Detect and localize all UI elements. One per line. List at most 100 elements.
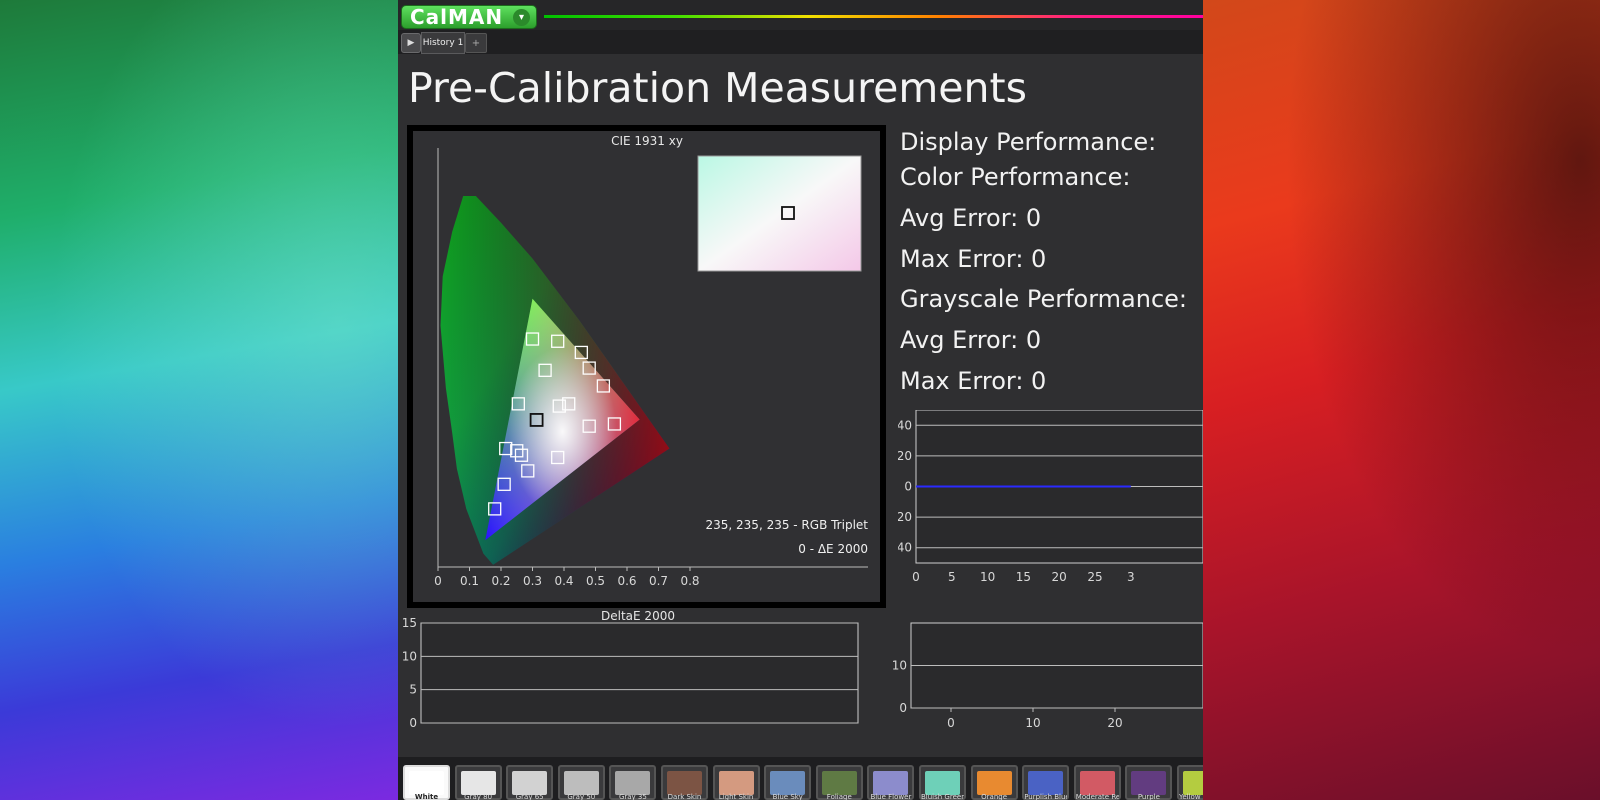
- tab-history-1[interactable]: History 1: [421, 32, 465, 54]
- swatch-color: [563, 771, 599, 795]
- x-tick-label: 0: [947, 716, 955, 730]
- deltae-chart: DeltaE 2000 15 10 5 0: [402, 610, 859, 730]
- color-avg-error: Avg Error: 0: [900, 204, 1042, 232]
- swatch-label: Light Skin: [718, 793, 754, 800]
- y-tick-label: 40: [898, 418, 912, 432]
- swatch-label: Moderate Red: [1075, 793, 1119, 800]
- color-swatch[interactable]: Purplish Blue: [1022, 765, 1070, 800]
- color-swatch[interactable]: Gray 80: [454, 765, 502, 800]
- x-tick-label: 20: [1107, 716, 1122, 730]
- grayscale-performance-label: Grayscale Performance:: [900, 285, 1188, 313]
- app-logo: CalMAN: [410, 5, 504, 29]
- color-performance-label: Color Performance:: [900, 163, 1131, 191]
- display-performance-label: Display Performance:: [900, 128, 1157, 156]
- color-swatch[interactable]: Blue Flower: [867, 765, 915, 800]
- y-tick-label: 15: [402, 616, 417, 630]
- color-swatch[interactable]: Orange: [970, 765, 1018, 800]
- swatch-color: [1183, 771, 1203, 795]
- top-bar: CalMAN ▾: [398, 0, 1203, 30]
- x-tick-label: 0: [434, 574, 442, 588]
- x-tick-label: 5: [948, 570, 956, 584]
- deltae-chart-title: DeltaE 2000: [601, 610, 675, 623]
- swatch-label: Orange: [981, 793, 1008, 800]
- color-swatch[interactable]: Gray 35: [609, 765, 657, 800]
- x-tick-label: 0.1: [460, 574, 479, 588]
- y-tick-label: -20: [898, 510, 912, 524]
- color-swatch[interactable]: Gray 50: [557, 765, 605, 800]
- play-icon[interactable]: ▶: [401, 33, 421, 53]
- background-right-gradient: [1203, 0, 1600, 800]
- swatch-label: Bluish Green: [921, 793, 964, 800]
- swatch-color: [821, 771, 857, 795]
- swatch-color: [770, 771, 806, 795]
- swatch-color: [615, 771, 651, 795]
- color-swatch[interactable]: Moderate Red: [1073, 765, 1121, 800]
- x-tick-label: 0.4: [554, 574, 573, 588]
- color-swatch[interactable]: White: [403, 765, 450, 800]
- gray-avg-error: Avg Error: 0: [900, 326, 1042, 354]
- swatch-color: [460, 771, 496, 795]
- x-tick-label: 10: [980, 570, 995, 584]
- color-swatch[interactable]: Gray 65: [506, 765, 554, 800]
- x-tick-label: 15: [1016, 570, 1031, 584]
- y-tick-label: 0: [409, 716, 417, 730]
- x-tick-label: 0.5: [586, 574, 605, 588]
- swatch-color: [718, 771, 754, 795]
- calman-menu-button[interactable]: CalMAN ▾: [401, 5, 537, 29]
- deltae-label: 0 - ΔE 2000: [798, 542, 868, 556]
- rgb-triplet-label: 235, 235, 235 - RGB Triplet: [706, 518, 869, 532]
- page-title: Pre-Calibration Measurements: [408, 64, 1027, 112]
- x-tick-label: 10: [1025, 716, 1040, 730]
- swatch-bar: White Gray 80 Gray 65 Gray 50 Gray 35 Dark Sk…: [398, 757, 1203, 800]
- swatch-label: Gray 35: [618, 793, 647, 800]
- swatch-label: Purple: [1137, 793, 1160, 800]
- color-swatch[interactable]: Bluish Green: [919, 765, 966, 800]
- x-tick-label: 0.3: [523, 574, 542, 588]
- swatch-color: [512, 771, 548, 795]
- color-swatch[interactable]: Blue Sky: [764, 765, 812, 800]
- color-swatch[interactable]: Dark Skin: [661, 765, 708, 800]
- add-tab-icon[interactable]: +: [465, 33, 487, 53]
- color-swatch[interactable]: Foliage: [815, 765, 863, 800]
- y-tick-label: 5: [409, 683, 417, 697]
- color-max-error: Max Error: 0: [900, 245, 1047, 273]
- tab-label: History 1: [422, 38, 464, 48]
- background-left-gradient: [0, 0, 398, 800]
- swatch-label: Blue Sky: [772, 793, 803, 800]
- small-chart: 10 0 0 10 20: [893, 622, 1203, 730]
- x-tick-label: 0: [912, 570, 920, 584]
- swatch-color: [976, 771, 1012, 795]
- swatch-label: Blue Flower: [870, 793, 912, 800]
- color-swatch[interactable]: Yellow Green: [1177, 765, 1203, 800]
- gray-max-error: Max Error: 0: [900, 367, 1047, 395]
- chevron-down-icon: ▾: [513, 8, 530, 26]
- y-tick-label: 20: [898, 449, 912, 463]
- inset-zoom: [697, 155, 862, 272]
- plot-area: [420, 622, 859, 724]
- x-tick-label: 0.7: [649, 574, 668, 588]
- y-tick-label: 0: [904, 480, 912, 494]
- swatch-label: White: [414, 793, 439, 800]
- color-swatch[interactable]: Light Skin: [712, 765, 760, 800]
- cie-chart-title: CIE 1931 xy: [611, 134, 683, 148]
- y-tick-label: 0: [899, 701, 907, 715]
- swatch-color: [1079, 771, 1115, 795]
- swatch-color: [1131, 771, 1167, 795]
- cie-chart-panel: CIE 1931 xy 0 0.1 0.2 0.3 0.4 0.5 0.6 0.7 0.8 235…: [407, 125, 886, 608]
- swatch-label: Purplish Blue: [1024, 793, 1068, 800]
- color-swatch[interactable]: Purple: [1125, 765, 1173, 800]
- calman-window: CalMAN ▾ ▶ History 1 + Pre-Calibration M…: [398, 0, 1203, 800]
- swatch-color: [1028, 771, 1064, 795]
- y-tick-label: -40: [898, 541, 912, 555]
- swatch-color: [873, 771, 909, 795]
- swatch-label: Gray 65: [515, 793, 544, 800]
- swatch-label: Gray 50: [567, 793, 596, 800]
- swatch-label: Dark Skin: [667, 793, 702, 800]
- swatch-color: [667, 771, 702, 795]
- x-tick-label: 0.2: [491, 574, 510, 588]
- x-tick-label: 25: [1087, 570, 1102, 584]
- swatch-label: Gray 80: [464, 793, 493, 800]
- swatch-label: Yellow Green: [1179, 793, 1203, 800]
- rainbow-strip: [544, 15, 1203, 18]
- y-tick-label: 10: [893, 659, 907, 673]
